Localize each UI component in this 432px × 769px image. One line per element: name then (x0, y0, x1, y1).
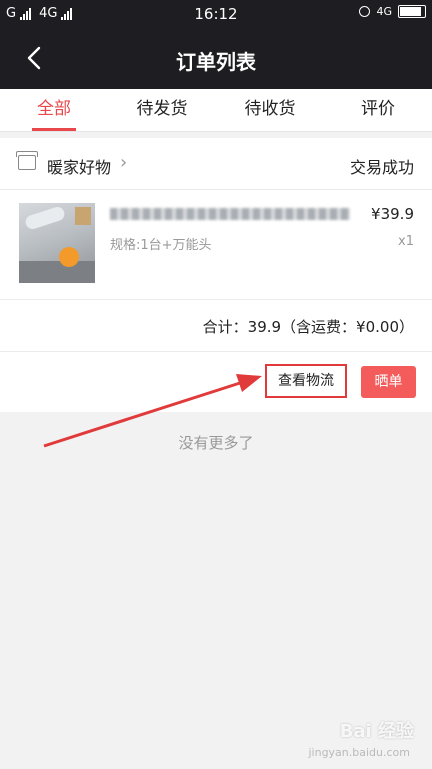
tab-review[interactable]: 评价 (324, 89, 432, 131)
page-title: 订单列表 (176, 50, 256, 74)
watermark-url: jingyan.baidu.com (308, 746, 410, 759)
product-row[interactable]: 规格:1台+万能头 ¥39.9 x1 (0, 190, 432, 300)
nav-bar: 订单列表 (0, 28, 432, 89)
share-order-button[interactable]: 晒单 (361, 366, 416, 398)
alarm-icon (359, 6, 371, 17)
watermark-logo: Bai 经验 (339, 721, 414, 742)
tab-to-ship[interactable]: 待发货 (108, 89, 216, 131)
product-thumbnail[interactable] (19, 203, 95, 283)
product-spec: 规格:1台+万能头 (110, 238, 212, 253)
network-right-label: 4G (376, 5, 392, 18)
view-logistics-button[interactable]: 查看物流 (265, 364, 347, 398)
order-card[interactable]: 暖家好物 › 交易成功 规格:1台+万能头 ¥39.9 x1 合计：39.9（含… (0, 138, 432, 412)
order-status: 交易成功 (349, 158, 414, 177)
shop-icon (16, 151, 38, 170)
order-total: 合计：39.9（含运费：¥0.00） (202, 318, 414, 336)
status-bar: G 4G 16:12 4G (0, 0, 432, 28)
shop-row[interactable]: 暖家好物 › 交易成功 (0, 138, 432, 190)
no-more-text: 没有更多了 (178, 434, 254, 452)
battery-icon (398, 5, 426, 18)
total-row: 合计：39.9（含运费：¥0.00） (0, 300, 432, 352)
product-quantity: x1 (398, 234, 414, 249)
shop-name[interactable]: 暖家好物 (47, 154, 111, 178)
product-title-blurred (110, 208, 350, 220)
tab-to-receive[interactable]: 待收货 (216, 89, 324, 131)
product-price: ¥39.9 (371, 205, 414, 223)
tab-all[interactable]: 全部 (0, 89, 108, 131)
chevron-right-icon[interactable]: › (120, 152, 127, 173)
order-actions: 查看物流 晒单 (0, 352, 432, 412)
status-right: 4G (359, 5, 426, 18)
order-tabs: 全部 待发货 待收货 评价 (0, 89, 432, 132)
